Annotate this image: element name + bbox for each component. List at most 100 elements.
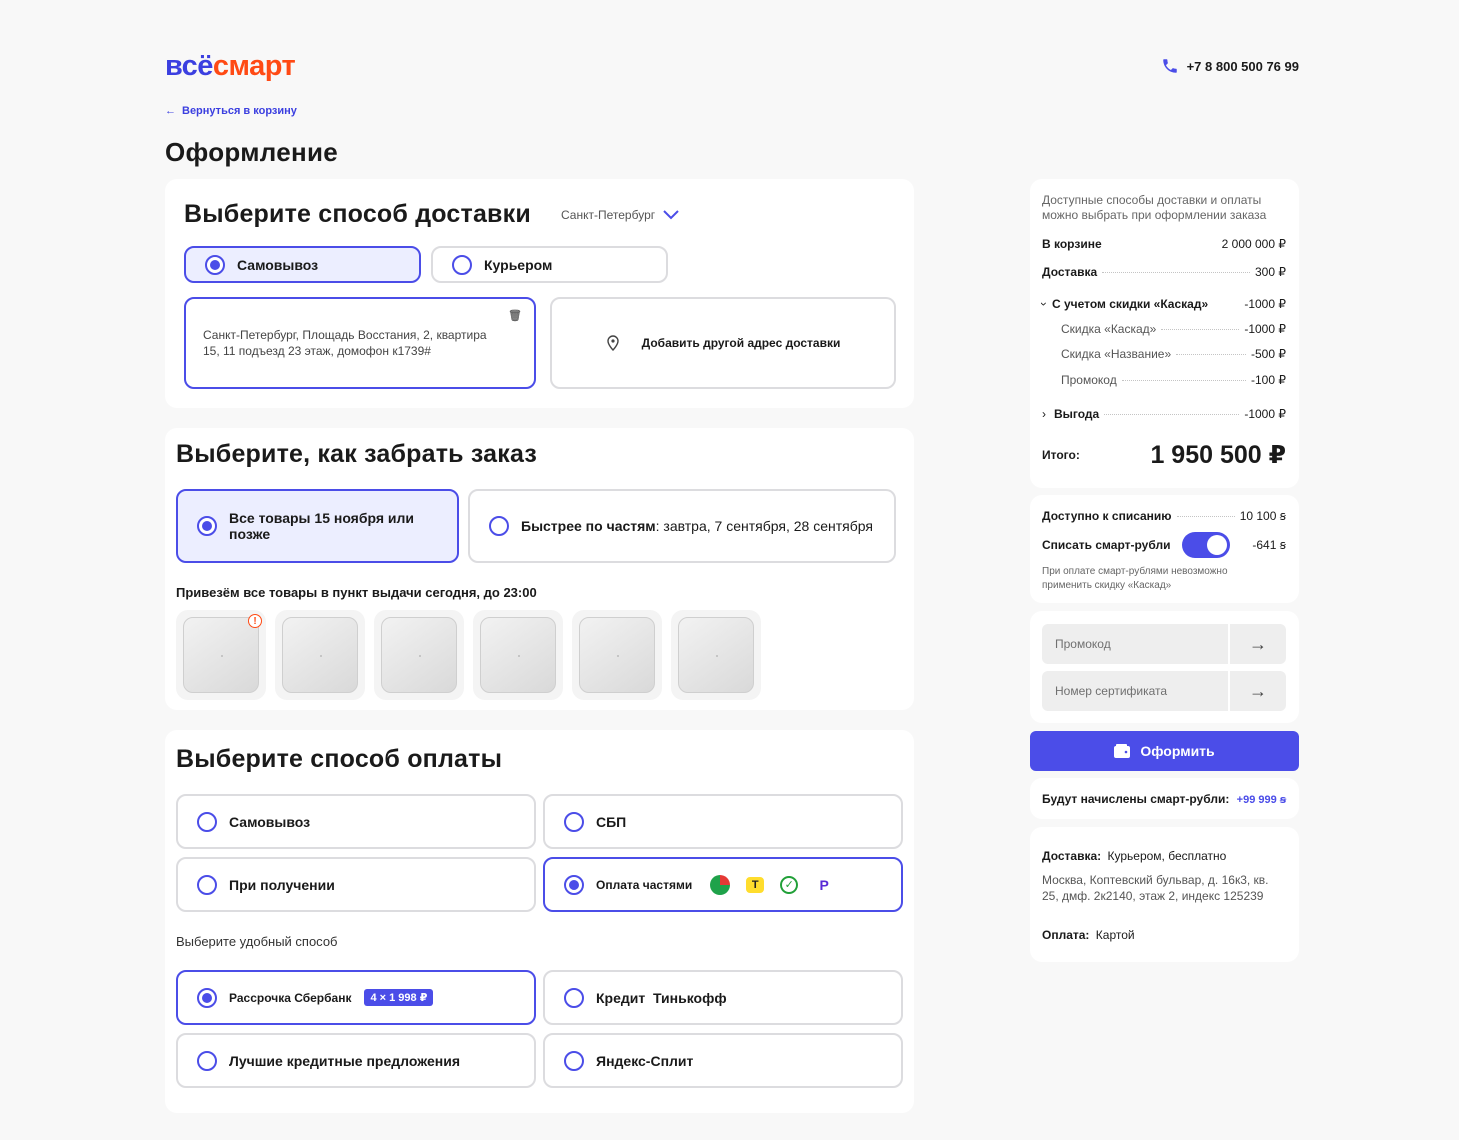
arrow-right-icon[interactable]: → — [1228, 624, 1286, 664]
order-address: Москва, Коптевский бульвар, д. 16к3, кв.… — [1042, 873, 1269, 903]
phone-link[interactable]: +7 8 800 500 76 99 — [1161, 57, 1299, 75]
way-tinkoff-credit[interactable]: Кредит Тинькофф — [543, 970, 903, 1025]
city-label: Санкт-Петербург — [561, 208, 656, 222]
available-value: 10 100 ꞩ — [1236, 509, 1286, 523]
payment-title: Выберите способ оплаты — [176, 745, 503, 773]
wallet-icon — [1114, 744, 1131, 758]
arrow-left-icon: ← — [165, 105, 176, 117]
checkout-button[interactable]: Оформить — [1030, 731, 1299, 771]
pickup-option-all[interactable]: Все товары 15 ноября или позже — [176, 489, 459, 563]
discount-label: Скидка «Название» — [1061, 347, 1175, 361]
payment-method-installments[interactable]: Оплата частями T ✓ P — [543, 857, 903, 912]
benefit-label: Выгода — [1054, 407, 1100, 421]
discount-value: -500 ₽ — [1248, 347, 1286, 361]
trash-icon[interactable]: 🗑 — [508, 309, 522, 322]
option-label-dates: : завтра, 7 сентября, 28 сентября — [655, 518, 873, 534]
phone-icon — [1162, 59, 1177, 73]
way-sber-installment[interactable]: Рассрочка Сбербанк 4 × 1 998 ₽ — [176, 970, 536, 1025]
chevron-down-icon: › — [1037, 302, 1051, 306]
logo-part-2: смарт — [212, 50, 296, 82]
phone-number: +7 8 800 500 76 99 — [1186, 58, 1299, 74]
promo-code-placeholder: Промокод — [1055, 637, 1111, 651]
option-label: СБП — [596, 813, 627, 830]
delivery-option-courier[interactable]: Курьером — [431, 246, 668, 283]
product-image — [381, 617, 457, 693]
radio — [197, 874, 217, 895]
delivery-option-pickup[interactable]: Самовывоз — [184, 246, 421, 283]
product-image — [678, 617, 754, 693]
page-title: Оформление — [165, 137, 339, 167]
writeoff-value: -641 ꞩ — [1249, 538, 1286, 552]
arrow-right-icon[interactable]: → — [1228, 671, 1286, 711]
delivery-cost-value: 300 ₽ — [1252, 265, 1286, 279]
sber-icon: ✓ — [780, 875, 799, 894]
pickup-title: Выберите, как забрать заказ — [176, 440, 538, 468]
option-label: Самовывоз — [237, 256, 319, 273]
order-delivery: Доставка: Курьером, бесплатно — [1042, 849, 1226, 863]
in-cart-label: В корзине — [1042, 237, 1105, 251]
product-thumbnail[interactable] — [572, 610, 662, 700]
option-label: Лучшие кредитные предложения — [229, 1052, 460, 1069]
checkout-label: Оформить — [1140, 743, 1215, 759]
order-delivery-label: Доставка: — [1042, 849, 1102, 863]
product-image — [183, 617, 259, 693]
option-label: Все товары 15 ноября или позже — [229, 510, 415, 542]
radio — [452, 254, 472, 275]
certificate-field[interactable]: Номер сертификата → — [1042, 671, 1286, 711]
product-thumbnail[interactable]: ! — [176, 610, 266, 700]
delivery-cost-label: Доставка — [1042, 265, 1101, 279]
product-thumbnail[interactable] — [671, 610, 761, 700]
chevron-right-icon: › — [1042, 407, 1046, 421]
order-payment-value: Картой — [1095, 928, 1135, 942]
bonus-value: +99 999 ꞩ — [1236, 794, 1287, 806]
option-label: Самовывоз — [229, 813, 311, 830]
way-yandex-split[interactable]: Яндекс-Сплит — [543, 1033, 903, 1088]
available-label: Доступно к списанию — [1042, 509, 1175, 523]
benefit-toggle[interactable]: › Выгода -1000 ₽ — [1042, 407, 1286, 421]
product-thumbnail[interactable] — [275, 610, 365, 700]
product-image — [579, 617, 655, 693]
radio — [564, 811, 584, 832]
discount-group-value: -1000 ₽ — [1241, 297, 1286, 311]
option-label: При получении — [229, 876, 335, 893]
radio — [197, 811, 217, 832]
add-address-button[interactable]: Добавить другой адрес доставки — [550, 297, 896, 389]
product-thumbnail[interactable] — [374, 610, 464, 700]
payment-method-on-receipt[interactable]: При получении — [176, 857, 536, 912]
way-best-credit[interactable]: Лучшие кредитные предложения — [176, 1033, 536, 1088]
pickup-option-parts[interactable]: Быстрее по частям: завтра, 7 сентября, 2… — [468, 489, 896, 563]
in-cart-value: 2 000 000 ₽ — [1218, 237, 1286, 251]
radio — [197, 1050, 217, 1071]
discount-value: -1000 ₽ — [1241, 322, 1286, 336]
installment-badge: 4 × 1 998 ₽ — [364, 989, 434, 1006]
city-selector[interactable]: Санкт-Петербург — [561, 208, 679, 222]
logo[interactable]: всёсмарт — [165, 50, 296, 83]
total-label: Итого: — [1042, 448, 1083, 462]
address-card[interactable]: Санкт-Петербург, Площадь Восстания, 2, к… — [184, 297, 536, 389]
radio — [564, 1050, 584, 1071]
discount-group-toggle[interactable]: ›С учетом скидки «Каскад» -1000 ₽ — [1037, 297, 1286, 311]
certificate-placeholder: Номер сертификата — [1055, 684, 1168, 698]
radio-selected — [205, 254, 225, 275]
radio-selected — [197, 516, 217, 536]
radio — [489, 516, 509, 536]
option-label: Оплата частями — [596, 877, 693, 892]
tinkoff-icon: T — [746, 876, 765, 893]
product-image — [480, 617, 556, 693]
smart-rubles-toggle[interactable] — [1182, 532, 1230, 558]
payment-method-sbp[interactable]: СБП — [543, 794, 903, 849]
order-payment: Оплата: Картой — [1042, 928, 1135, 942]
choose-way-label: Выберите удобный способ — [176, 934, 338, 949]
back-to-cart-link[interactable]: ← Вернуться в корзину — [165, 105, 297, 117]
option-label: Кредит Тинькофф — [596, 989, 727, 1006]
promo-code-field[interactable]: Промокод → — [1042, 624, 1286, 664]
radio — [564, 987, 584, 1008]
location-pin-icon — [606, 335, 619, 351]
option-label: Рассрочка Сбербанк — [229, 990, 352, 1005]
product-thumbnail[interactable] — [473, 610, 563, 700]
payment-method-pickup[interactable]: Самовывоз — [176, 794, 536, 849]
discount-label: Скидка «Каскад» — [1061, 322, 1160, 336]
add-address-label: Добавить другой адрес доставки — [641, 336, 841, 350]
bonus-row: Будут начислены смарт-рубли: +99 999 ꞩ — [1042, 792, 1286, 806]
total-value: 1 950 500 ₽ — [1147, 440, 1286, 470]
